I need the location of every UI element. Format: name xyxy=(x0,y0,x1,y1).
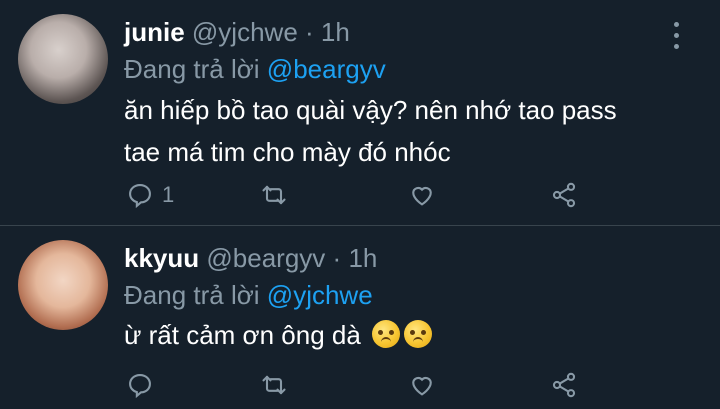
like-button[interactable] xyxy=(408,368,436,402)
separator: · xyxy=(305,17,314,47)
user-handle[interactable]: @beargyv xyxy=(206,243,325,273)
replying-to: Đang trả lời @beargyv xyxy=(124,52,386,86)
more-icon[interactable] xyxy=(674,22,680,50)
share-icon xyxy=(552,182,576,208)
share-button[interactable] xyxy=(550,368,578,402)
tweet-header: junie @yjchwe · 1h xyxy=(124,14,350,50)
reply-button[interactable] xyxy=(126,368,154,402)
share-icon xyxy=(552,372,576,398)
timestamp[interactable]: 1h xyxy=(348,243,377,273)
reply-count: 1 xyxy=(162,182,175,207)
tweet[interactable]: kkyuu @beargyv · 1h Đang trả lời @yjchwe… xyxy=(0,226,720,409)
mention-link[interactable]: @beargyv xyxy=(267,54,386,84)
tweet[interactable]: junie @yjchwe · 1h Đang trả lời @beargyv… xyxy=(0,0,720,226)
tweet-text: ừ rất cảm ơn ông dà xyxy=(124,314,433,356)
user-handle[interactable]: @yjchwe xyxy=(192,17,298,47)
avatar[interactable] xyxy=(18,14,108,104)
tweet-actions: 1 xyxy=(124,178,720,212)
avatar[interactable] xyxy=(18,240,108,330)
display-name[interactable]: kkyuu xyxy=(124,243,199,273)
retweet-button[interactable] xyxy=(260,178,288,212)
timestamp[interactable]: 1h xyxy=(321,17,350,47)
upside-down-face-emoji xyxy=(404,320,433,348)
tweet-text-line: tae má tim cho mày đó nhóc xyxy=(124,137,451,167)
separator: · xyxy=(332,243,342,273)
tweet-text-line: ăn hiếp bồ tao quài vậy? nên nhớ tao pas… xyxy=(124,95,617,125)
tweet-text-line: ừ rất cảm ơn ông dà xyxy=(124,320,361,350)
retweet-icon xyxy=(262,375,286,395)
reply-icon xyxy=(129,374,151,399)
like-icon xyxy=(412,376,432,396)
reply-icon xyxy=(129,184,151,209)
tweet-actions xyxy=(124,368,720,402)
tweet-text: ăn hiếp bồ tao quài vậy? nên nhớ tao pas… xyxy=(124,89,617,173)
replying-to: Đang trả lời @yjchwe xyxy=(124,278,373,312)
display-name[interactable]: junie xyxy=(124,17,185,47)
share-button[interactable] xyxy=(550,178,578,212)
reply-button[interactable]: 1 xyxy=(126,178,174,212)
tweet-header: kkyuu @beargyv · 1h xyxy=(124,240,377,276)
retweet-button[interactable] xyxy=(260,368,288,402)
retweet-icon xyxy=(262,185,286,205)
like-icon xyxy=(412,186,432,206)
reply-prefix: Đang trả lời xyxy=(124,280,260,310)
mention-link[interactable]: @yjchwe xyxy=(267,280,373,310)
upside-down-face-emoji xyxy=(372,320,401,348)
reply-prefix: Đang trả lời xyxy=(124,54,260,84)
like-button[interactable] xyxy=(408,178,436,212)
